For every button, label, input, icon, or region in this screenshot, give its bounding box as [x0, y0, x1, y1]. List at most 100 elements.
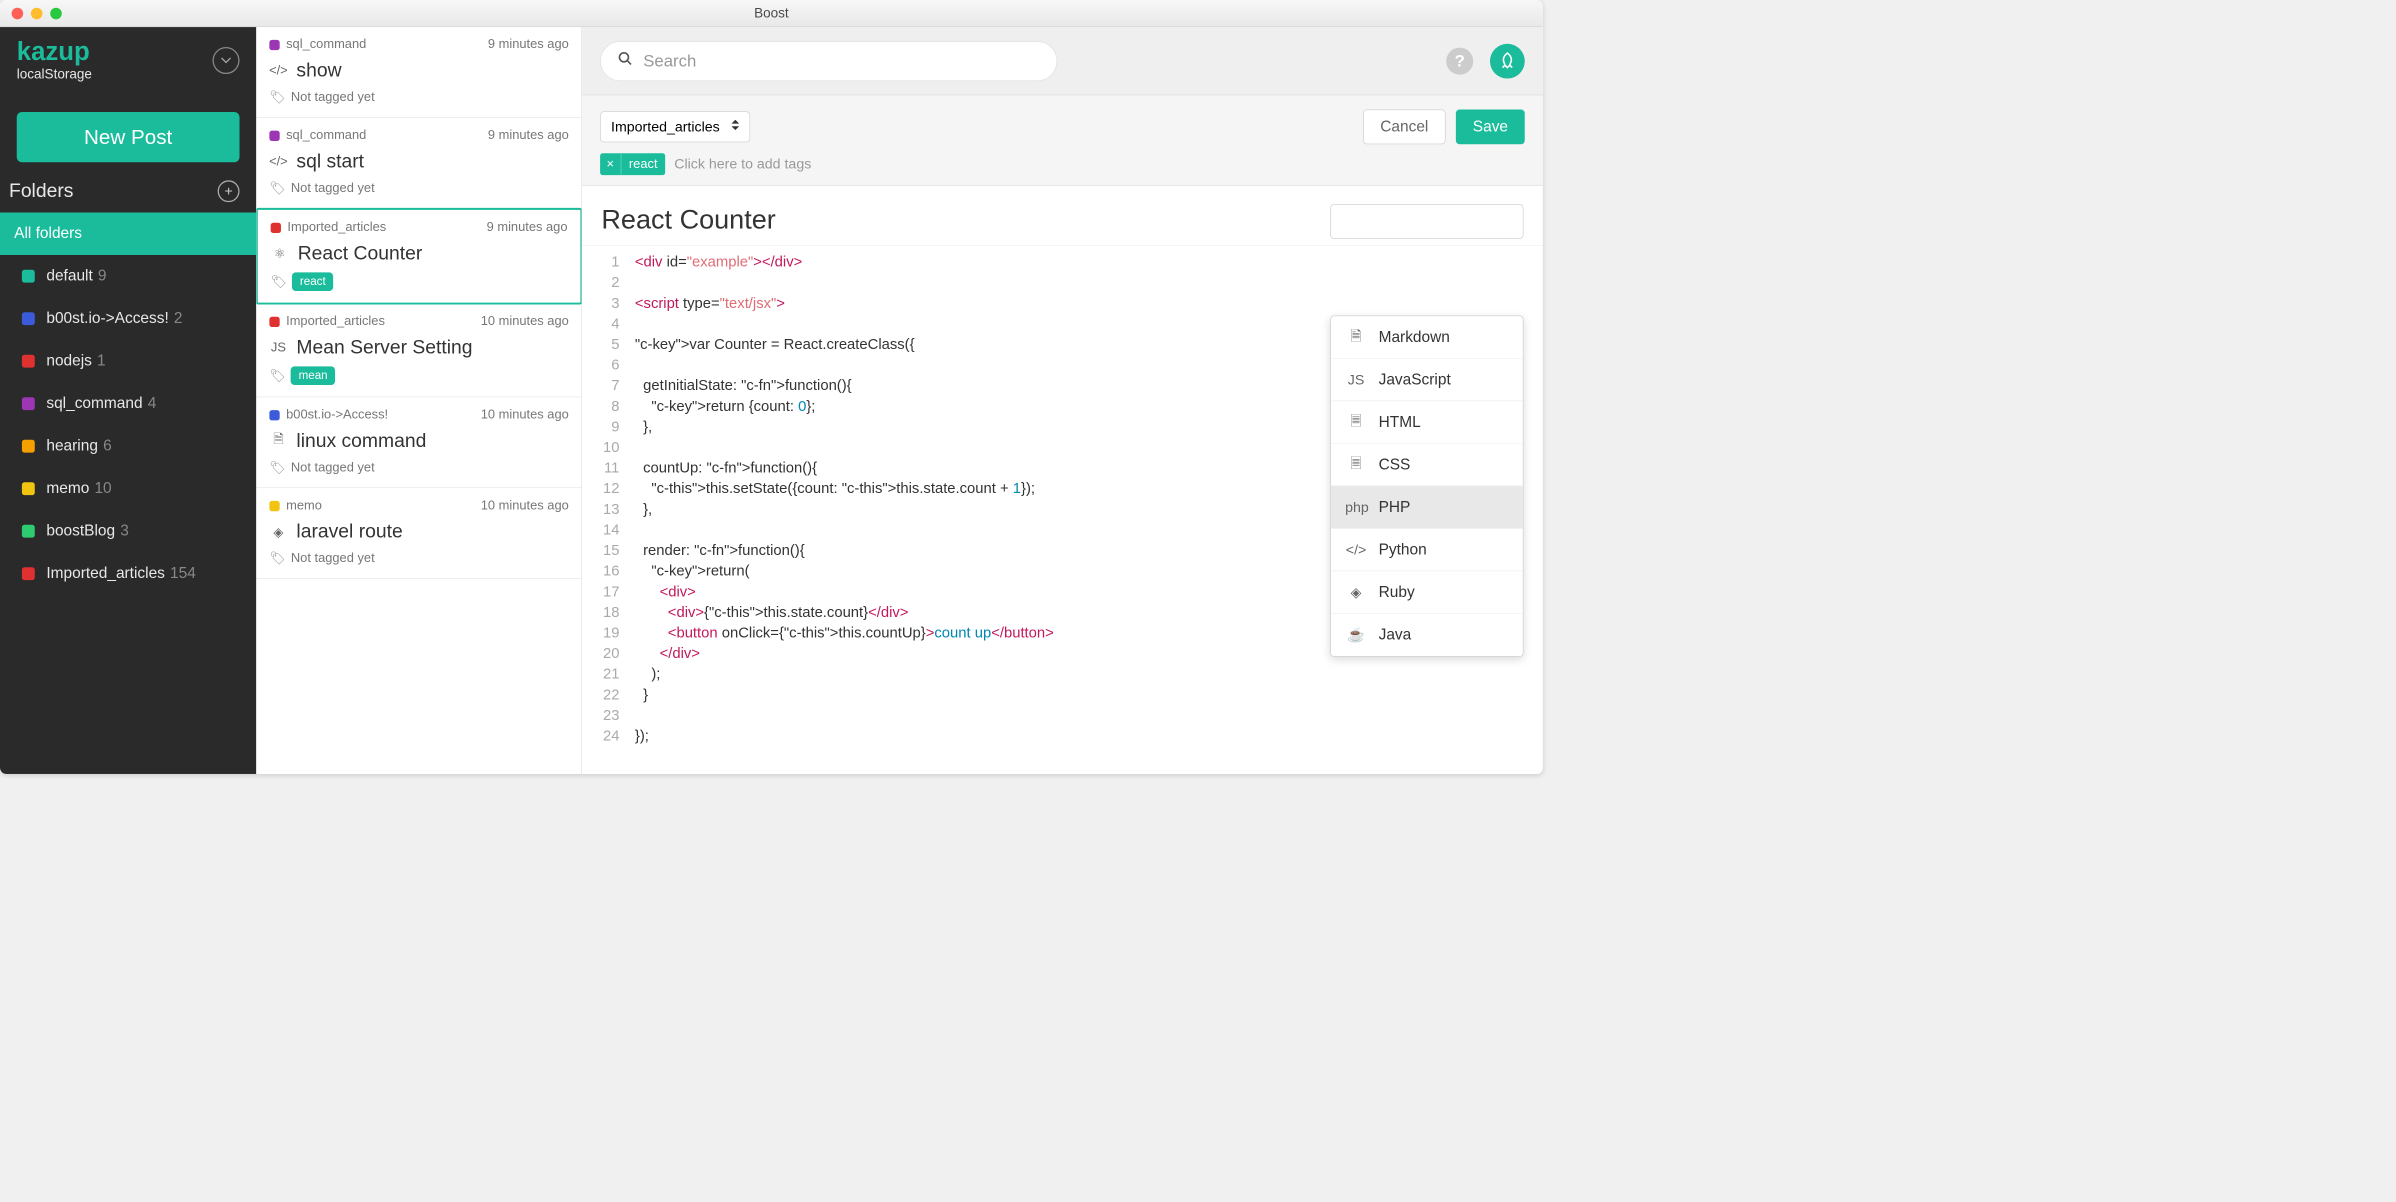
js-icon: JS — [269, 339, 287, 357]
tag-remove-icon[interactable]: × — [600, 153, 621, 175]
folder-label: hearing — [46, 437, 98, 455]
folder-color-icon — [269, 501, 279, 511]
sidebar-folder-nodejs[interactable]: nodejs1 — [0, 340, 256, 382]
save-button[interactable]: Save — [1456, 109, 1525, 144]
folder-color-icon — [22, 567, 35, 580]
lang-java-icon: ☕ — [1345, 627, 1367, 644]
tag-chip[interactable]: × react — [600, 153, 665, 175]
lang-item-html[interactable]: 🗏HTML — [1331, 401, 1523, 443]
language-menu: 🗎MarkdownJSJavaScript🗏HTML 🗏 CSS phpPHP </> P… — [1330, 316, 1523, 657]
note-time: 9 minutes ago — [488, 128, 569, 143]
minimize-icon[interactable] — [31, 7, 43, 19]
rocket-icon — [1498, 51, 1517, 70]
new-post-button[interactable]: New Post — [17, 112, 240, 162]
window-title: Boost — [754, 5, 789, 20]
note-list: sql_command9 minutes ago</>show🏷Not tagg… — [256, 27, 582, 774]
note-item[interactable]: memo10 minutes ago◈laravel route🏷Not tag… — [256, 488, 581, 579]
help-button[interactable]: ? — [1446, 47, 1473, 74]
note-folder: Imported_articles — [287, 220, 386, 235]
editor-pane: ? Imported_articles Cancel Save × react — [582, 27, 1543, 774]
tag-icon: 🏷 — [269, 460, 285, 476]
folder-color-icon — [22, 312, 35, 325]
boost-rocket-button[interactable] — [1490, 43, 1525, 78]
brand-block: kazup localStorage — [0, 27, 256, 94]
folder-color-icon — [270, 222, 280, 232]
tag-text: Not tagged yet — [291, 460, 375, 475]
note-item[interactable]: sql_command9 minutes ago</>sql start🏷Not… — [256, 118, 581, 209]
lang-javascript-icon: JS — [1345, 371, 1367, 388]
folder-color-icon — [22, 525, 35, 538]
lang-label: CSS — [1379, 456, 1411, 474]
sidebar-folder-b00st.io->Access![interactable]: b00st.io->Access!2 — [0, 297, 256, 339]
tag-chip-label: react — [621, 157, 665, 172]
lang-css-icon: 🗏 — [1345, 452, 1367, 476]
lang-label: HTML — [1379, 413, 1421, 431]
note-item[interactable]: Imported_articles9 minutes ago⚛React Cou… — [256, 208, 581, 305]
folder-color-icon — [22, 482, 35, 495]
folder-label: sql_command — [46, 395, 142, 413]
lang-item-php[interactable]: phpPHP — [1331, 486, 1523, 528]
cancel-button[interactable]: Cancel — [1363, 109, 1446, 144]
folder-color-icon — [269, 130, 279, 140]
sidebar-folder-boostBlog[interactable]: boostBlog3 — [0, 510, 256, 552]
sidebar-folder-default[interactable]: default9 — [0, 255, 256, 297]
lang-label: Python — [1379, 541, 1427, 559]
folder-label: default — [46, 267, 92, 285]
note-title-text: linux command — [296, 430, 426, 452]
note-title-input[interactable]: React Counter — [601, 204, 1330, 239]
close-icon[interactable] — [12, 7, 24, 19]
maximize-icon[interactable] — [50, 7, 62, 19]
note-tags: 🏷Not tagged yet — [269, 90, 568, 106]
note-folder: sql_command — [286, 37, 366, 52]
folder-color-icon — [269, 410, 279, 420]
tag-icon: 🏷 — [269, 180, 285, 196]
lang-item-javascript[interactable]: JSJavaScript — [1331, 359, 1523, 401]
language-select-box[interactable] — [1330, 204, 1523, 239]
lang-php-icon: php — [1345, 499, 1367, 516]
top-bar: ? — [582, 27, 1543, 95]
react-icon: ⚛ — [270, 245, 288, 263]
note-folder: memo — [286, 498, 322, 513]
sidebar-folder-memo[interactable]: memo10 — [0, 467, 256, 509]
folder-count: 154 — [170, 565, 196, 583]
ruby-icon: ◈ — [269, 523, 287, 541]
note-tags: 🏷Not tagged yet — [269, 551, 568, 567]
folder-label: b00st.io->Access! — [46, 310, 168, 328]
note-item[interactable]: b00st.io->Access!10 minutes ago🗎linux co… — [256, 397, 581, 488]
lang-python-icon: </> — [1345, 541, 1367, 558]
folder-all-label: All folders — [14, 225, 82, 243]
lang-item-css[interactable]: 🗏 CSS — [1331, 444, 1523, 486]
folder-select[interactable]: Imported_articles — [600, 111, 750, 142]
account-chevron-button[interactable] — [212, 47, 239, 74]
tag-input-hint[interactable]: Click here to add tags — [674, 156, 811, 173]
sidebar-folder-Imported_articles[interactable]: Imported_articles154 — [0, 552, 256, 594]
lang-item-ruby[interactable]: ◈Ruby — [1331, 571, 1523, 613]
folder-all[interactable]: All folders — [0, 212, 256, 254]
folder-select-value: Imported_articles — [611, 118, 720, 135]
folder-count: 10 — [94, 480, 111, 498]
lang-label: Ruby — [1379, 583, 1415, 601]
folder-color-icon — [22, 440, 35, 453]
search-input[interactable] — [643, 51, 1040, 71]
sidebar-folder-hearing[interactable]: hearing6 — [0, 425, 256, 467]
tag-text: Not tagged yet — [291, 551, 375, 566]
tag-icon: 🏷 — [269, 368, 285, 384]
note-folder: sql_command — [286, 128, 366, 143]
search-field[interactable] — [600, 41, 1057, 81]
folder-count: 4 — [148, 395, 157, 413]
tag-text: Not tagged yet — [291, 90, 375, 105]
note-time: 9 minutes ago — [486, 220, 567, 235]
note-item[interactable]: sql_command9 minutes ago</>show🏷Not tagg… — [256, 27, 581, 118]
sidebar-folder-sql_command[interactable]: sql_command 4 — [0, 382, 256, 424]
note-item[interactable]: Imported_articles10 minutes agoJSMean Se… — [256, 304, 581, 397]
note-tags: 🏷react — [270, 272, 567, 291]
note-title-text: laravel route — [296, 521, 402, 543]
tag-pill: mean — [291, 366, 335, 385]
note-tags: 🏷 mean — [269, 366, 568, 385]
lang-item-python[interactable]: </> Python — [1331, 529, 1523, 571]
add-folder-button[interactable]: + — [218, 180, 240, 202]
lang-item-java[interactable]: ☕Java — [1331, 614, 1523, 656]
window-controls — [0, 7, 62, 19]
lang-item-markdown[interactable]: 🗎Markdown — [1331, 316, 1523, 358]
note-tags: 🏷 Not tagged yet — [269, 460, 568, 476]
